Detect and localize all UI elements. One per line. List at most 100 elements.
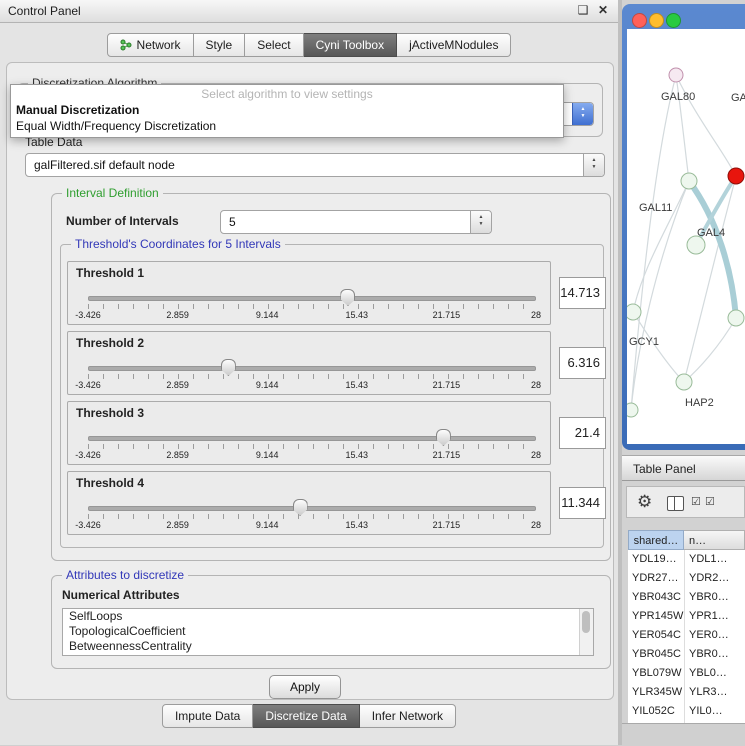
minimize-traffic-light-icon[interactable] <box>649 13 664 28</box>
cyni-bottom-tabs: Impute Data Discretize Data Infer Networ… <box>0 704 618 728</box>
table-row[interactable]: YIL052C YIL0… <box>628 702 745 721</box>
list-item[interactable]: TopologicalCoefficient <box>63 624 593 639</box>
list-item[interactable]: SelfLoops <box>63 609 593 624</box>
threshold-1-value-field[interactable]: 14.713 <box>559 277 606 309</box>
dropdown-hint[interactable]: Select algorithm to view settings <box>11 86 563 102</box>
list-item[interactable]: BetweennessCentrality <box>63 639 593 654</box>
combo-down-arrow-icon: ▼ <box>573 113 593 120</box>
slider-track[interactable] <box>88 366 536 371</box>
network-node[interactable] <box>676 374 692 390</box>
cell: YDL1… <box>689 550 728 569</box>
combo-down-arrow-icon: ▼ <box>471 221 491 228</box>
tick-label: 9.144 <box>256 450 279 460</box>
network-node[interactable] <box>669 68 683 82</box>
tick-label: 21.715 <box>433 310 461 320</box>
network-graph: GAL80 GA GAL11 GAL4 GCY1 HAP2 <box>627 29 745 444</box>
column-header-name[interactable]: n… <box>684 530 745 550</box>
tick-label: -3.426 <box>75 520 101 530</box>
numerical-attributes-list[interactable]: SelfLoops TopologicalCoefficient Between… <box>62 608 594 656</box>
cell: YDR2… <box>689 569 729 588</box>
threshold-4-slider[interactable]: -3.426 2.859 9.144 15.43 21.715 28 <box>88 498 536 530</box>
cell: YIL0… <box>689 702 723 721</box>
network-view-window[interactable]: GAL80 GA GAL11 GAL4 GCY1 HAP2 <box>622 4 745 450</box>
float-window-icon[interactable]: ❑ <box>576 3 590 17</box>
tab-impute-data[interactable]: Impute Data <box>162 704 253 728</box>
slider-track[interactable] <box>88 296 536 301</box>
table-row[interactable]: YDL19… YDL1… <box>628 550 745 569</box>
node-label: GAL80 <box>661 91 695 103</box>
apply-button[interactable]: Apply <box>269 675 341 699</box>
node-table[interactable]: YDL19… YDL1… YDR27… YDR2… YBR043C YBR0… … <box>628 550 745 723</box>
combo-stepper-icon[interactable]: ▲ ▼ <box>583 154 604 176</box>
table-row[interactable]: YPR145W YPR1… <box>628 607 745 626</box>
combo-down-arrow-icon: ▼ <box>584 164 604 171</box>
tab-cyni-toolbox[interactable]: Cyni Toolbox <box>304 33 397 57</box>
threshold-3-slider[interactable]: -3.426 2.859 9.144 15.43 21.715 28 <box>88 428 536 460</box>
number-of-intervals-value: 5 <box>229 215 236 229</box>
algorithm-dropdown-list: Select algorithm to view settings Manual… <box>10 84 564 138</box>
threshold-2-value-field[interactable]: 6.316 <box>559 347 606 379</box>
gear-icon[interactable]: ⚙ <box>637 492 652 512</box>
thresholds-group: Threshold's Coordinates for 5 Intervals … <box>60 244 604 548</box>
number-of-intervals-combo[interactable]: 5 ▲ ▼ <box>220 210 492 234</box>
slider-track[interactable] <box>88 506 536 511</box>
network-node[interactable] <box>681 173 697 189</box>
network-canvas[interactable]: GAL80 GA GAL11 GAL4 GCY1 HAP2 <box>627 29 745 444</box>
cyni-toolbox-panel: Discretization Algorithm ▲ ▼ Table Data … <box>6 62 614 700</box>
slider-tick-labels: -3.426 2.859 9.144 15.43 21.715 28 <box>88 520 536 530</box>
network-node[interactable] <box>627 304 641 320</box>
tab-select[interactable]: Select <box>245 33 303 57</box>
combo-up-arrow-icon: ▲ <box>573 106 593 113</box>
list-scrollbar[interactable] <box>579 609 593 655</box>
tab-style[interactable]: Style <box>194 33 246 57</box>
tick-label: 15.43 <box>346 310 369 320</box>
slider-track[interactable] <box>88 436 536 441</box>
close-window-icon[interactable]: ✕ <box>596 3 610 17</box>
table-row[interactable]: YBR043C YBR0… <box>628 588 745 607</box>
network-node[interactable] <box>728 310 744 326</box>
table-bottom-bar <box>622 723 745 746</box>
slider-ticks <box>88 374 536 379</box>
tick-label: 15.43 <box>346 450 369 460</box>
tick-label: 21.715 <box>433 450 461 460</box>
selected-red-node[interactable] <box>728 168 744 184</box>
threshold-3-value-field[interactable]: 21.4 <box>559 417 606 449</box>
node-label: GA <box>731 92 745 104</box>
combo-stepper-icon[interactable]: ▲ ▼ <box>470 211 491 233</box>
table-data-combo[interactable]: galFiltered.sif default node ▲ ▼ <box>25 153 605 177</box>
dropdown-option-equal-width[interactable]: Equal Width/Frequency Discretization <box>11 118 563 134</box>
close-traffic-light-icon[interactable] <box>632 13 647 28</box>
columns-icon[interactable] <box>667 496 684 511</box>
cell: YPR1… <box>689 607 729 626</box>
threshold-4-value-field[interactable]: 11.344 <box>559 487 606 519</box>
table-row[interactable]: YBR045C YBR0… <box>628 645 745 664</box>
table-row[interactable]: YLR345W YLR3… <box>628 683 745 702</box>
scrollbar-thumb[interactable] <box>582 611 590 633</box>
tab-infer-network[interactable]: Infer Network <box>360 704 456 728</box>
checkbox-icon[interactable]: ☑ <box>691 495 701 508</box>
threshold-2-label: Threshold 2 <box>76 336 144 350</box>
network-node[interactable] <box>627 403 638 417</box>
attributes-group: Attributes to discretize Numerical Attri… <box>51 575 611 669</box>
cell: YBR0… <box>689 645 729 664</box>
table-row[interactable]: YER054C YER0… <box>628 626 745 645</box>
tab-jactivemnodules-label: jActiveMNodules <box>409 34 498 56</box>
combo-stepper-icon[interactable]: ▲ ▼ <box>572 103 593 125</box>
table-row[interactable]: YBL079W YBL0… <box>628 664 745 683</box>
column-header-shared-name[interactable]: shared… <box>628 530 684 550</box>
interval-definition-title: Interval Definition <box>62 186 163 200</box>
cell: YBL079W <box>632 664 682 683</box>
threshold-3-panel: Threshold 3 -3.426 2.859 9.144 15.43 21.… <box>67 401 551 465</box>
tab-jactivemnodules[interactable]: jActiveMNodules <box>397 33 511 57</box>
table-row[interactable]: YDR27… YDR2… <box>628 569 745 588</box>
threshold-2-slider[interactable]: -3.426 2.859 9.144 15.43 21.715 28 <box>88 358 536 390</box>
checkbox-icon[interactable]: ☑ <box>705 495 715 508</box>
zoom-traffic-light-icon[interactable] <box>666 13 681 28</box>
number-of-intervals-label: Number of Intervals <box>66 214 179 228</box>
dropdown-option-manual-discretization[interactable]: Manual Discretization <box>11 102 563 118</box>
threshold-1-slider[interactable]: -3.426 2.859 9.144 15.43 21.715 28 <box>88 288 536 320</box>
tab-network[interactable]: Network <box>107 33 194 57</box>
slider-tick-labels: -3.426 2.859 9.144 15.43 21.715 28 <box>88 450 536 460</box>
tab-discretize-data[interactable]: Discretize Data <box>253 704 359 728</box>
slider-tick-labels: -3.426 2.859 9.144 15.43 21.715 28 <box>88 380 536 390</box>
